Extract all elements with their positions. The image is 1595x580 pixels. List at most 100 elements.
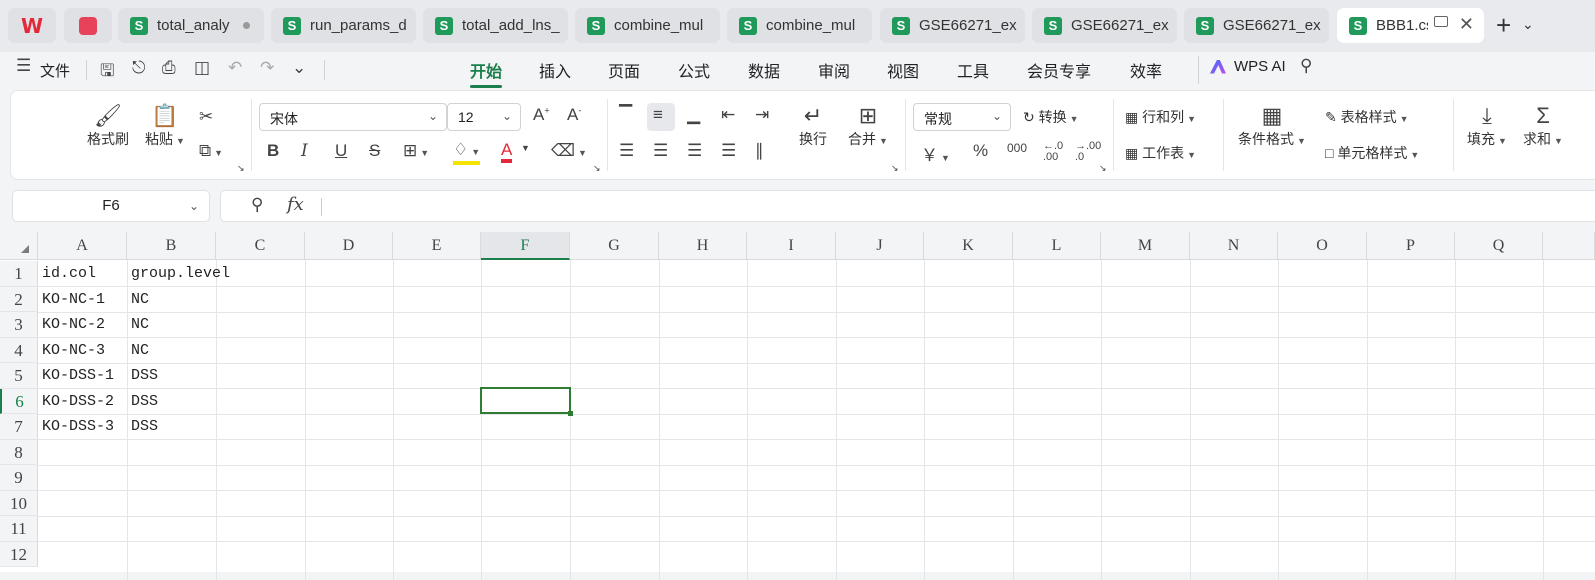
distribute-icon[interactable]: ∥	[755, 141, 764, 161]
column-header[interactable]	[1543, 232, 1595, 260]
cell-A5[interactable]: KO-DSS-1	[38, 363, 114, 388]
align-right-icon[interactable]: ☰	[687, 141, 702, 161]
new-tab-button[interactable]: +	[1496, 12, 1511, 38]
increase-font-icon[interactable]: A+	[533, 105, 550, 125]
thousands-button[interactable]: 000	[1007, 141, 1027, 155]
format-painter-button[interactable]: 🖌 格式刷	[83, 103, 133, 149]
row-header[interactable]: 3	[0, 312, 38, 338]
zoom-icon[interactable]: ⚲	[251, 195, 263, 215]
worksheet-button[interactable]: ▦ 工作表 ▼	[1125, 143, 1196, 163]
file-menu[interactable]: 文件	[40, 60, 70, 81]
column-header-selected[interactable]: F	[481, 232, 570, 260]
cell-A3[interactable]: KO-NC-2	[38, 312, 105, 337]
dialog-launcher-icon[interactable]: ↘	[237, 163, 245, 174]
column-header[interactable]: H	[659, 232, 747, 260]
spreadsheet-grid[interactable]: A B C D E F G H I J K L M N O P Q 1 2 3 …	[0, 232, 1595, 580]
font-color-button[interactable]: A	[501, 141, 513, 163]
align-top-icon[interactable]: ▔	[619, 105, 632, 125]
cell-A6[interactable]: KO-DSS-2	[38, 389, 114, 414]
chevron-down-icon[interactable]: ⌄	[292, 58, 306, 78]
tab-home[interactable]: 开始	[470, 58, 503, 88]
print-preview-icon[interactable]: ◫	[194, 58, 210, 78]
save-icon[interactable]: 🖫	[100, 58, 114, 87]
align-middle-icon[interactable]: ≡	[653, 105, 663, 125]
undo-icon[interactable]: ↶	[228, 58, 242, 78]
column-header[interactable]: N	[1190, 232, 1278, 260]
tab-tools[interactable]: 工具	[957, 58, 989, 82]
cell-B2[interactable]: NC	[127, 287, 149, 312]
column-header[interactable]: B	[127, 232, 216, 260]
name-box[interactable]: F6 ⌄	[12, 190, 210, 222]
document-tab[interactable]: S total_add_lns_	[423, 8, 568, 43]
decrease-decimal-button[interactable]: →.00 .0	[1075, 141, 1101, 163]
conditional-format-button[interactable]: ▦ 条件格式 ▼	[1235, 103, 1309, 149]
tab-insert[interactable]: 插入	[539, 58, 571, 82]
font-name-select[interactable]: 宋体 ⌄	[259, 103, 447, 131]
number-format-select[interactable]: 常规 ⌄	[913, 103, 1011, 131]
cell-B5[interactable]: DSS	[127, 363, 158, 388]
cell-B7[interactable]: DSS	[127, 414, 158, 439]
close-tab-icon[interactable]: ✕	[1459, 14, 1474, 35]
row-header[interactable]: 8	[0, 439, 38, 465]
wps-ai-button[interactable]: WPS AI	[1210, 58, 1286, 75]
document-tab[interactable]: S GSE66271_ex	[1184, 8, 1329, 43]
cell-A1[interactable]: id.col	[38, 261, 96, 286]
column-header[interactable]: G	[570, 232, 659, 260]
dialog-launcher-icon[interactable]: ↘	[593, 163, 601, 174]
row-header[interactable]: 1	[0, 261, 38, 287]
row-header[interactable]: 4	[0, 337, 38, 363]
row-header[interactable]: 7	[0, 414, 38, 440]
align-left-icon[interactable]: ☰	[619, 141, 634, 161]
select-all-corner[interactable]	[0, 232, 38, 260]
redo-icon[interactable]: ↷	[260, 58, 274, 78]
wrap-text-button[interactable]: ↵ 换行	[791, 103, 835, 149]
cell-B4[interactable]: NC	[127, 338, 149, 363]
row-header[interactable]: 2	[0, 286, 38, 312]
cell-A4[interactable]: KO-NC-3	[38, 338, 105, 363]
percent-button[interactable]: %	[973, 141, 988, 161]
bold-button[interactable]: B	[267, 141, 279, 161]
column-header[interactable]: O	[1278, 232, 1367, 260]
row-header-selected[interactable]: 6	[0, 388, 38, 414]
fill-button[interactable]: ⤓ 填充 ▼	[1463, 103, 1511, 149]
cell-A7[interactable]: KO-DSS-3	[38, 414, 114, 439]
cell-A2[interactable]: KO-NC-1	[38, 287, 105, 312]
cell-B6[interactable]: DSS	[127, 389, 158, 414]
fx-icon[interactable]: fx	[287, 194, 304, 215]
table-style-button[interactable]: ✎ 表格样式 ▼	[1325, 107, 1409, 127]
cell-B3[interactable]: NC	[127, 312, 149, 337]
column-header[interactable]: P	[1367, 232, 1455, 260]
tab-review[interactable]: 审阅	[818, 58, 850, 82]
row-header[interactable]: 9	[0, 465, 38, 491]
row-header[interactable]: 11	[0, 516, 38, 542]
copy-icon[interactable]: ⧉ ▼	[199, 141, 223, 161]
print-icon[interactable]: ⎙	[162, 58, 176, 78]
tab-member[interactable]: 会员专享	[1027, 58, 1091, 82]
currency-button[interactable]: ￥ ▼	[921, 141, 950, 166]
column-header[interactable]: J	[836, 232, 924, 260]
document-tab[interactable]: S GSE66271_ex	[1032, 8, 1177, 43]
cell-style-button[interactable]: □ 单元格样式 ▼	[1325, 143, 1419, 163]
increase-decimal-button[interactable]: ←.0 .00	[1043, 141, 1063, 163]
document-tab[interactable]: S combine_mul	[575, 8, 720, 43]
pdf-tab[interactable]	[64, 8, 112, 43]
tab-formula[interactable]: 公式	[678, 58, 710, 82]
font-size-select[interactable]: 12 ⌄	[447, 103, 521, 131]
hamburger-icon[interactable]: ☰	[16, 56, 31, 76]
indent-decrease-icon[interactable]: ⇤	[721, 105, 735, 125]
active-cell-F6[interactable]	[480, 387, 573, 416]
column-header[interactable]: A	[38, 232, 127, 260]
wps-home-tab[interactable]: W	[8, 8, 56, 43]
justify-icon[interactable]: ☰	[721, 141, 736, 161]
strikethrough-button[interactable]: S	[369, 141, 380, 161]
convert-button[interactable]: ↻ 转换 ▼	[1023, 107, 1079, 127]
row-header[interactable]: 12	[0, 541, 38, 567]
eraser-icon[interactable]: ⌫ ▼	[551, 141, 587, 161]
dialog-launcher-icon[interactable]: ↘	[1099, 163, 1107, 174]
dialog-launcher-icon[interactable]: ↘	[891, 163, 899, 174]
indent-increase-icon[interactable]: ⇥	[755, 105, 769, 125]
column-header[interactable]: L	[1013, 232, 1101, 260]
align-center-icon[interactable]: ☰	[653, 141, 668, 161]
paste-button[interactable]: 📋 粘贴 ▼	[141, 103, 189, 149]
cell-B1[interactable]: group.level	[127, 261, 230, 286]
